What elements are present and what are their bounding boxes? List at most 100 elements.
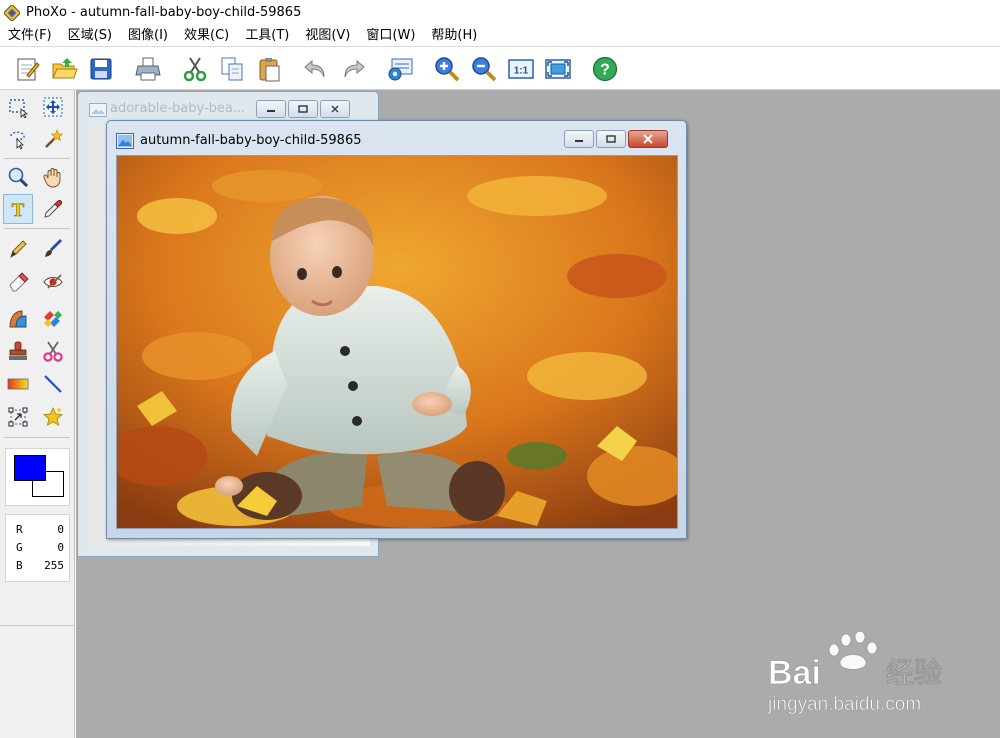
transform-tool[interactable] xyxy=(3,402,33,432)
minimize-button[interactable] xyxy=(564,130,594,148)
lasso-tool[interactable] xyxy=(3,124,33,154)
star-tool[interactable] xyxy=(38,402,68,432)
hand-tool[interactable] xyxy=(38,162,68,192)
menu-effects[interactable]: 效果(C) xyxy=(176,25,237,47)
rgb-row-b: B 255 xyxy=(16,557,69,575)
photo-baby-in-autumn-leaves xyxy=(117,156,677,528)
minimize-button[interactable] xyxy=(256,100,286,118)
rgb-key: R xyxy=(16,523,23,536)
foreground-color-swatch[interactable] xyxy=(14,455,46,481)
scan-button[interactable] xyxy=(383,52,417,86)
brush-tool[interactable] xyxy=(38,233,68,263)
watermark-url: jingyan.baidu.com xyxy=(768,694,921,715)
toolbar-separator xyxy=(292,53,293,84)
rgb-value: 0 xyxy=(57,541,64,554)
line-tool[interactable] xyxy=(38,369,68,399)
stamp-tool[interactable] xyxy=(3,336,33,366)
baidu-jingyan-watermark: Bai 经验 jingyan.baidu.com xyxy=(767,630,958,722)
menu-image[interactable]: 图像(I) xyxy=(120,25,176,47)
eraser-tool[interactable] xyxy=(3,266,33,296)
print-icon xyxy=(135,57,161,80)
clone-tool[interactable] xyxy=(3,303,33,333)
zoom-icon xyxy=(8,167,29,188)
text-icon: T xyxy=(11,200,25,220)
maximize-button[interactable] xyxy=(596,130,626,148)
menu-selection[interactable]: 区域(S) xyxy=(60,25,120,47)
paste-icon xyxy=(259,57,280,81)
menu-view[interactable]: 视图(V) xyxy=(297,25,358,47)
open-icon xyxy=(52,57,78,78)
menu-window[interactable]: 窗口(W) xyxy=(358,25,423,47)
inactive-window-controls xyxy=(256,100,352,118)
paste-button[interactable] xyxy=(252,52,286,86)
color-replace-tool[interactable] xyxy=(38,303,68,333)
print-button[interactable] xyxy=(131,52,165,86)
move-tool[interactable] xyxy=(38,92,68,122)
fit-window-button[interactable] xyxy=(541,52,575,86)
magic-wand-icon xyxy=(45,129,64,148)
cut-button[interactable] xyxy=(178,52,212,86)
scan-icon xyxy=(388,58,413,80)
text-tool-label: T xyxy=(12,200,25,220)
toolbar-separator xyxy=(124,53,125,84)
watermark-brand-tail: 经验 xyxy=(886,656,942,689)
cut-icon xyxy=(183,56,207,81)
stamp-icon xyxy=(9,341,27,360)
eyedropper-tool[interactable] xyxy=(38,194,68,224)
move-icon xyxy=(43,97,63,117)
copy-button[interactable] xyxy=(215,52,249,86)
rgb-key: B xyxy=(16,559,23,572)
gradient-tool[interactable] xyxy=(3,369,33,399)
actual-size-button[interactable]: 1:1 xyxy=(504,52,538,86)
watermark-brand: Bai xyxy=(768,654,821,692)
rgb-row-r: R 0 xyxy=(16,521,69,539)
gradient-icon xyxy=(7,378,29,390)
zoom-out-button[interactable] xyxy=(467,52,501,86)
document-canvas[interactable] xyxy=(116,155,678,529)
zoom-tool[interactable] xyxy=(3,162,33,192)
clone-icon xyxy=(9,310,27,328)
menu-help[interactable]: 帮助(H) xyxy=(423,25,485,47)
toolbar-separator xyxy=(376,53,377,84)
rect-select-tool[interactable] xyxy=(3,92,33,122)
save-button[interactable] xyxy=(84,52,118,86)
red-eye-icon xyxy=(43,274,63,289)
document-window-active[interactable]: autumn-fall-baby-boy-child-59865 xyxy=(106,120,687,539)
help-icon: ? xyxy=(592,56,618,81)
rect-select-icon xyxy=(9,99,29,118)
rgb-value: 255 xyxy=(44,559,64,572)
color-replace-icon xyxy=(44,311,62,327)
pen-tool[interactable] xyxy=(3,233,33,263)
menu-file[interactable]: 文件(F) xyxy=(0,25,60,47)
main-toolbar: 1:1 ? xyxy=(0,48,1000,90)
help-button[interactable]: ? xyxy=(588,52,622,86)
active-window-controls xyxy=(564,130,670,148)
undo-button[interactable] xyxy=(299,52,333,86)
line-icon xyxy=(44,375,62,393)
maximize-icon xyxy=(298,105,308,113)
zoom-out-icon xyxy=(472,56,497,81)
new-button[interactable] xyxy=(10,52,44,86)
scissors-tool[interactable] xyxy=(38,336,68,366)
text-tool[interactable]: T xyxy=(3,194,33,224)
redo-button[interactable] xyxy=(336,52,370,86)
rgb-value: 0 xyxy=(57,523,64,536)
close-button[interactable] xyxy=(320,100,350,118)
close-button[interactable] xyxy=(628,130,668,148)
open-button[interactable] xyxy=(47,52,81,86)
menu-tools[interactable]: 工具(T) xyxy=(237,25,297,47)
maximize-button[interactable] xyxy=(288,100,318,118)
zoom-in-button[interactable] xyxy=(430,52,464,86)
toolbox-separator xyxy=(4,158,70,159)
star-icon xyxy=(43,406,63,427)
actual-size-label: 1:1 xyxy=(514,65,529,76)
magic-wand-tool[interactable] xyxy=(38,124,68,154)
toolbox-separator xyxy=(4,228,70,229)
copy-icon xyxy=(221,57,243,80)
rgb-row-g: G 0 xyxy=(16,539,69,557)
phoxo-app-icon xyxy=(4,4,20,21)
red-eye-tool[interactable] xyxy=(38,266,68,296)
maximize-icon xyxy=(606,135,616,143)
minimize-icon xyxy=(267,110,275,112)
eraser-icon xyxy=(9,272,29,292)
